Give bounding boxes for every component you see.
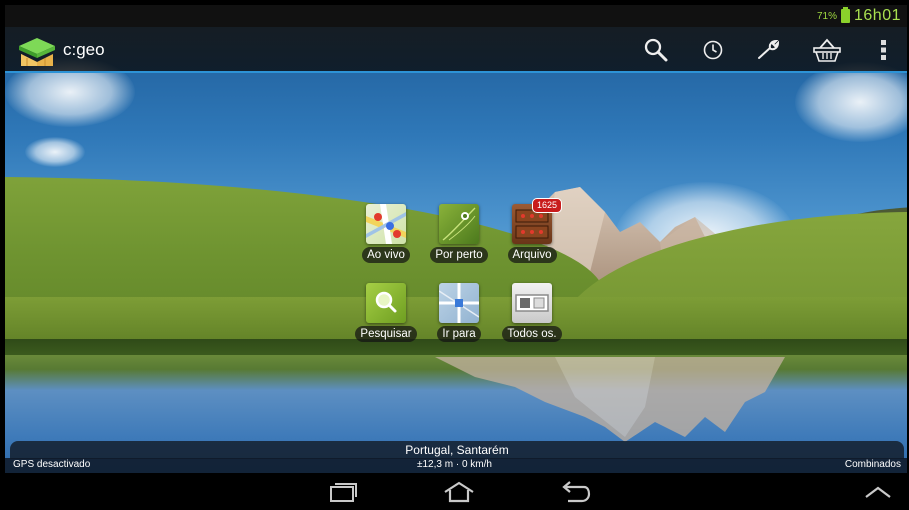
nearby-label: Por perto	[430, 247, 488, 263]
archive-label: Arquivo	[507, 247, 557, 263]
goto-map-icon	[438, 283, 480, 323]
status-clock: 16h01	[854, 7, 901, 24]
back-button[interactable]	[552, 477, 598, 507]
search-caches-icon	[366, 283, 406, 323]
recent-apps-button[interactable]	[320, 477, 366, 507]
basket-icon	[813, 38, 841, 62]
map-icon	[366, 204, 406, 244]
search-caches-label: Pesquisar	[355, 326, 417, 342]
battery-percent: 71%	[816, 10, 837, 22]
location-bar[interactable]: Portugal, Santarém	[10, 441, 904, 459]
archive-icon: 1625	[512, 198, 562, 244]
app-title: c:geo	[63, 40, 105, 59]
live-map-button[interactable]: Ao vivo	[346, 204, 426, 272]
goto-label: Ir para	[437, 326, 481, 342]
expand-button[interactable]	[855, 477, 901, 507]
search-button[interactable]	[639, 33, 673, 67]
battery-icon	[841, 7, 850, 23]
all-lists-label: Todos os.	[502, 326, 562, 342]
chevron-up-icon	[865, 486, 891, 498]
archive-button[interactable]: 1625 Arquivo	[492, 198, 572, 272]
wrench-icon	[758, 39, 780, 59]
recent-apps-icon	[330, 483, 357, 502]
all-lists-button[interactable]: Todos os.	[492, 283, 572, 351]
overflow-menu-icon	[881, 40, 886, 60]
action-bar: c:geo	[5, 27, 907, 73]
history-button[interactable]	[696, 33, 730, 67]
search-caches-button[interactable]: Pesquisar	[346, 283, 426, 351]
home-icon	[444, 481, 474, 503]
status-bar: 71% 16h01	[5, 5, 907, 27]
live-map-label: Ao vivo	[362, 247, 410, 263]
system-navigation-bar	[5, 473, 907, 510]
clock-icon	[703, 40, 723, 60]
nearby-icon	[439, 204, 479, 244]
search-icon	[644, 38, 668, 62]
gps-status: GPS desactivado	[13, 459, 91, 470]
nearby-button[interactable]: Por perto	[419, 204, 499, 272]
goto-button[interactable]: Ir para	[419, 283, 499, 351]
home-button[interactable]	[436, 477, 482, 507]
screen: 71% 16h01 c:geo Ao vivo Por perto 1625 A…	[0, 0, 909, 510]
settings-button[interactable]	[752, 33, 786, 67]
accuracy-speed: ±12,3 m · 0 km/h	[417, 459, 492, 470]
back-icon	[562, 481, 591, 503]
basket-button[interactable]	[810, 33, 844, 67]
location-place: Portugal, Santarém	[405, 443, 509, 457]
lists-icon	[512, 283, 552, 323]
gps-info-row: GPS desactivado ±12,3 m · 0 km/h Combina…	[5, 458, 907, 473]
app-logo-icon[interactable]	[17, 32, 57, 68]
archive-count-badge: 1625	[531, 198, 562, 213]
overflow-menu-button[interactable]	[867, 33, 901, 67]
location-provider: Combinados	[844, 459, 901, 470]
